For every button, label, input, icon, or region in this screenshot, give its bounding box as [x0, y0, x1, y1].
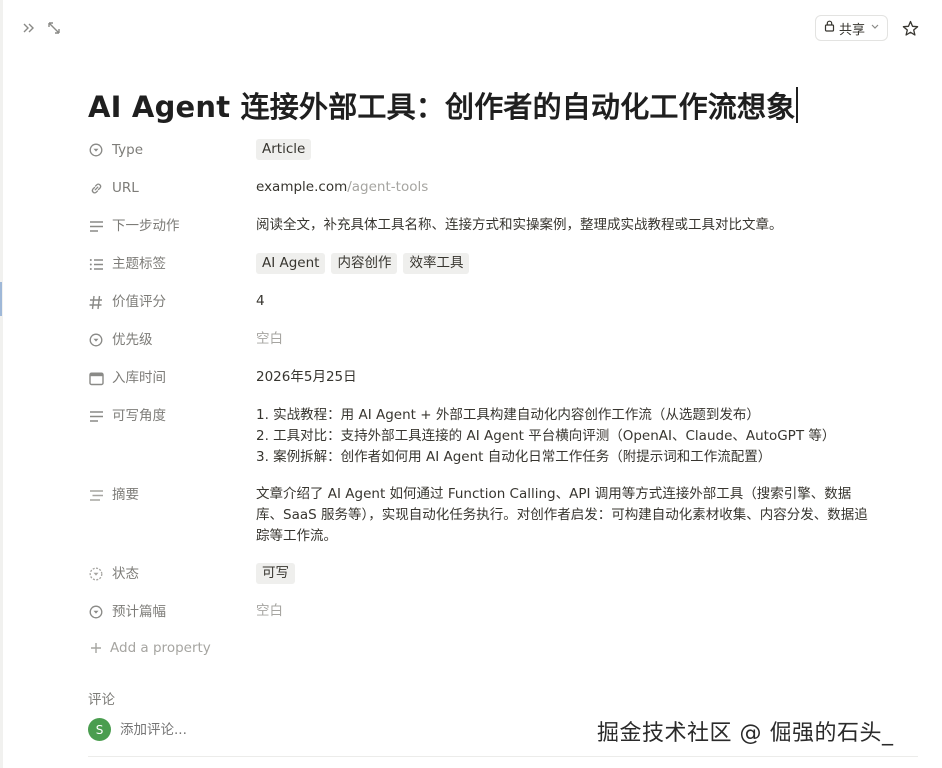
property-row-added-date: 入库时间 2026年5月25日 [88, 367, 878, 389]
property-value-added-date[interactable]: 2026年5月25日 [256, 367, 878, 389]
property-value-status[interactable]: 可写 [256, 563, 878, 585]
property-row-next-action: 下一步动作 阅读全文，补充具体工具名称、连接方式和实操案例，整理成实战教程或工具… [88, 215, 878, 237]
property-label-topic-tags[interactable]: 主题标签 [88, 253, 256, 275]
property-row-estimated-length: 预计篇幅 空白 [88, 601, 878, 623]
property-row-summary: 摘要 文章介绍了 AI Agent 如何通过 Function Calling、… [88, 484, 878, 547]
select-icon [88, 139, 104, 161]
property-label-added-date[interactable]: 入库时间 [88, 367, 256, 389]
select-icon [88, 329, 104, 351]
left-edge-marker [0, 282, 2, 316]
page-title[interactable]: AI Agent 连接外部工具：创作者的自动化工作流想象 [88, 86, 798, 128]
left-edge-strip [0, 0, 3, 768]
property-label-status[interactable]: 状态 [88, 563, 256, 585]
property-label-value-score[interactable]: 价值评分 [88, 291, 256, 313]
divider [88, 756, 918, 757]
expand-arrows-icon[interactable] [45, 19, 63, 37]
topic-tag: 内容创作 [331, 253, 398, 274]
share-button[interactable]: 共享 [815, 15, 888, 41]
property-label-summary[interactable]: 摘要 [88, 484, 256, 506]
property-value-type[interactable]: Article [256, 139, 878, 161]
number-icon [88, 291, 104, 313]
text-icon [88, 215, 104, 237]
property-row-value-score: 价值评分 4 [88, 291, 878, 313]
select-icon [88, 601, 104, 623]
property-value-url[interactable]: example.com/agent-tools [256, 177, 878, 199]
topic-tag: 效率工具 [403, 253, 470, 274]
url-host[interactable]: example.com [256, 179, 347, 195]
share-label: 共享 [838, 22, 865, 38]
text-cursor [796, 87, 798, 123]
property-value-topic-tags[interactable]: AI Agent 内容创作 效率工具 [256, 253, 878, 275]
status-icon [88, 563, 104, 585]
topic-tag: AI Agent [256, 253, 326, 274]
comment-composer: S [88, 718, 380, 741]
property-label-angles[interactable]: 可写角度 [88, 405, 256, 427]
comments-heading: 评论 [88, 692, 115, 708]
property-label-type[interactable]: Type [88, 139, 256, 161]
property-label-priority[interactable]: 优先级 [88, 329, 256, 351]
angle-line: 1. 实战教程：用 AI Agent + 外部工具构建自动化内容创作工作流（从选… [256, 407, 760, 423]
watermark: 掘金技术社区 @ 倔强的石头_ [597, 721, 894, 746]
type-tag: Article [256, 139, 312, 160]
property-row-type: Type Article [88, 139, 878, 161]
link-icon [88, 177, 104, 199]
avatar: S [88, 718, 111, 741]
property-value-summary[interactable]: 文章介绍了 AI Agent 如何通过 Function Calling、API… [256, 484, 878, 547]
url-path[interactable]: /agent-tools [347, 179, 428, 195]
text-icon [88, 405, 104, 427]
property-value-priority[interactable]: 空白 [256, 329, 878, 351]
property-value-angles[interactable]: 1. 实战教程：用 AI Agent + 外部工具构建自动化内容创作工作流（从选… [256, 405, 878, 468]
property-row-url: URL example.com/agent-tools [88, 177, 878, 199]
collapse-double-chevron-icon[interactable] [20, 19, 38, 37]
comment-input[interactable] [120, 721, 380, 738]
property-row-angles: 可写角度 1. 实战教程：用 AI Agent + 外部工具构建自动化内容创作工… [88, 405, 878, 468]
chevron-down-icon [871, 23, 879, 33]
property-value-estimated-length[interactable]: 空白 [256, 601, 878, 623]
status-tag: 可写 [256, 563, 295, 584]
ai-summary-icon [88, 484, 104, 506]
add-property-button[interactable]: Add a property [88, 640, 211, 656]
property-label-url[interactable]: URL [88, 177, 256, 199]
property-row-priority: 优先级 空白 [88, 329, 878, 351]
plus-icon [88, 642, 104, 654]
calendar-icon [88, 367, 104, 389]
star-icon[interactable] [900, 18, 920, 38]
property-row-topic-tags: 主题标签 AI Agent 内容创作 效率工具 [88, 253, 878, 275]
property-label-next-action[interactable]: 下一步动作 [88, 215, 256, 237]
angle-line: 2. 工具对比：支持外部工具连接的 AI Agent 平台横向评测（OpenAI… [256, 428, 836, 444]
property-row-status: 状态 可写 [88, 563, 878, 585]
angle-line: 3. 案例拆解：创作者如何用 AI Agent 自动化日常工作任务（附提示词和工… [256, 449, 772, 465]
lock-icon [824, 20, 835, 36]
property-value-next-action[interactable]: 阅读全文，补充具体工具名称、连接方式和实操案例，整理成实战教程或工具对比文章。 [256, 215, 878, 237]
property-label-estimated-length[interactable]: 预计篇幅 [88, 601, 256, 623]
list-icon [88, 253, 104, 275]
property-value-value-score[interactable]: 4 [256, 291, 878, 313]
top-bar: 共享 [0, 0, 942, 56]
